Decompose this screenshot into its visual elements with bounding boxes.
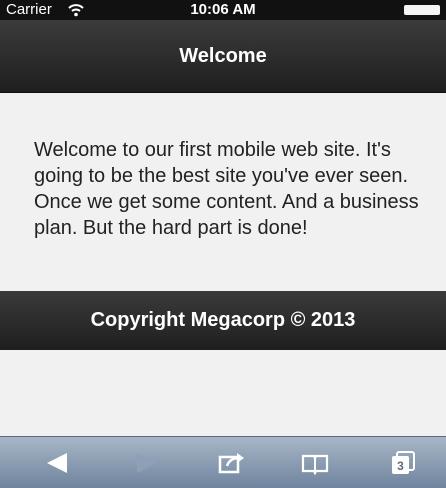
- battery-icon: [404, 5, 440, 15]
- main-content: Welcome to our first mobile web site. It…: [0, 93, 446, 291]
- welcome-text: Welcome to our first mobile web site. It…: [34, 139, 419, 239]
- clock: 10:06 AM: [190, 1, 256, 18]
- tabs-icon: 3: [392, 451, 415, 474]
- page-title: Welcome: [179, 44, 267, 67]
- page-footer: Copyright Megacorp © 2013: [0, 291, 446, 350]
- tabs-button[interactable]: 3: [388, 449, 418, 477]
- copyright-text: Copyright Megacorp © 2013: [90, 309, 356, 331]
- back-icon: [47, 453, 67, 473]
- bookmarks-button[interactable]: [300, 449, 330, 477]
- blank-area: [0, 350, 446, 436]
- bookmarks-icon: [301, 454, 329, 475]
- status-bar: Carrier 10:06 AM: [0, 0, 446, 20]
- forward-icon: [137, 453, 157, 473]
- share-button[interactable]: [216, 449, 246, 477]
- tabs-count: 3: [397, 459, 404, 473]
- back-button[interactable]: [42, 449, 72, 477]
- share-icon: [218, 453, 244, 474]
- page-header: Welcome: [0, 20, 446, 93]
- browser-toolbar: 3: [0, 436, 446, 488]
- forward-button[interactable]: [132, 449, 162, 477]
